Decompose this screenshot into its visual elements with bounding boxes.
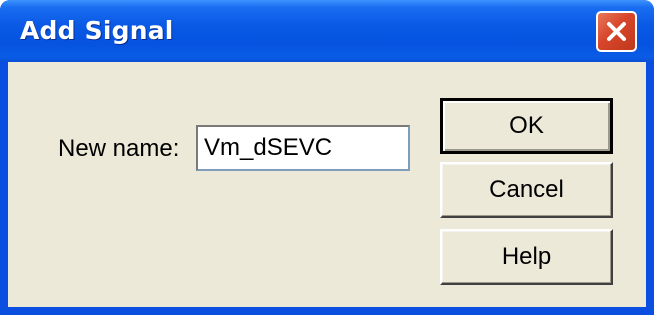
title-bar[interactable]: Add Signal: [0, 0, 654, 62]
close-icon: [607, 22, 626, 41]
help-button[interactable]: Help: [440, 229, 613, 285]
new-name-input[interactable]: [196, 125, 410, 171]
new-name-label: New name:: [58, 135, 180, 162]
close-button[interactable]: [596, 11, 637, 52]
dialog-body: New name: OK Cancel Help: [8, 62, 646, 307]
dialog-title: Add Signal: [20, 16, 174, 45]
cancel-button[interactable]: Cancel: [440, 162, 613, 218]
ok-button[interactable]: OK: [440, 98, 613, 154]
add-signal-dialog: Add Signal New name: OK Cancel Help: [0, 0, 654, 315]
